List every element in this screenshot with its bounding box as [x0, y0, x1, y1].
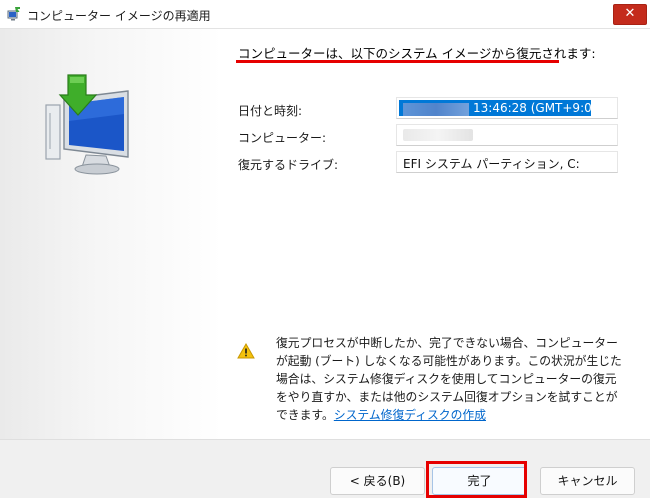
close-icon: ✕	[624, 6, 636, 21]
window-title: コンピューター イメージの再適用	[27, 9, 211, 23]
dialog-body: コンピューターは、以下のシステム イメージから復元されます: 日付と時刻: 13…	[0, 29, 650, 498]
cancel-button[interactable]: キャンセル	[540, 467, 635, 495]
title-bar: コンピューター イメージの再適用 ✕	[0, 0, 650, 29]
button-bar: < 戻る(B) 完了 キャンセル	[0, 440, 650, 498]
close-button[interactable]: ✕	[613, 4, 647, 25]
warning-icon	[237, 343, 255, 359]
finish-red-highlight	[426, 461, 527, 498]
drive-field: EFI システム パーティション, C:	[396, 151, 618, 173]
left-panel	[0, 29, 222, 439]
date-time-selection: 13:46:28 (GMT+9:00)	[399, 100, 604, 116]
drive-label: 復元するドライブ:	[238, 158, 339, 172]
system-restore-icon	[7, 7, 20, 21]
date-time-value: 13:46:28 (GMT+9:00)	[473, 101, 605, 115]
drive-value: EFI システム パーティション, C:	[403, 157, 580, 171]
monitor-restore-icon	[45, 74, 129, 175]
create-repair-disc-link[interactable]: システム修復ディスクの作成	[334, 408, 486, 422]
date-time-label: 日付と時刻:	[238, 104, 303, 118]
warning-message: 復元プロセスが中断したか、完了できない場合、コンピューターが起動 (ブート) し…	[276, 334, 626, 424]
redacted-computer-name	[403, 129, 473, 141]
content-panel: コンピューターは、以下のシステム イメージから復元されます: 日付と時刻: 13…	[222, 29, 650, 439]
computer-field	[396, 124, 618, 146]
date-time-field: 13:46:28 (GMT+9:00)	[396, 97, 618, 119]
heading-red-underline	[236, 60, 559, 63]
redacted-date	[403, 103, 469, 116]
computer-label: コンピューター:	[238, 131, 327, 145]
back-button[interactable]: < 戻る(B)	[330, 467, 425, 495]
